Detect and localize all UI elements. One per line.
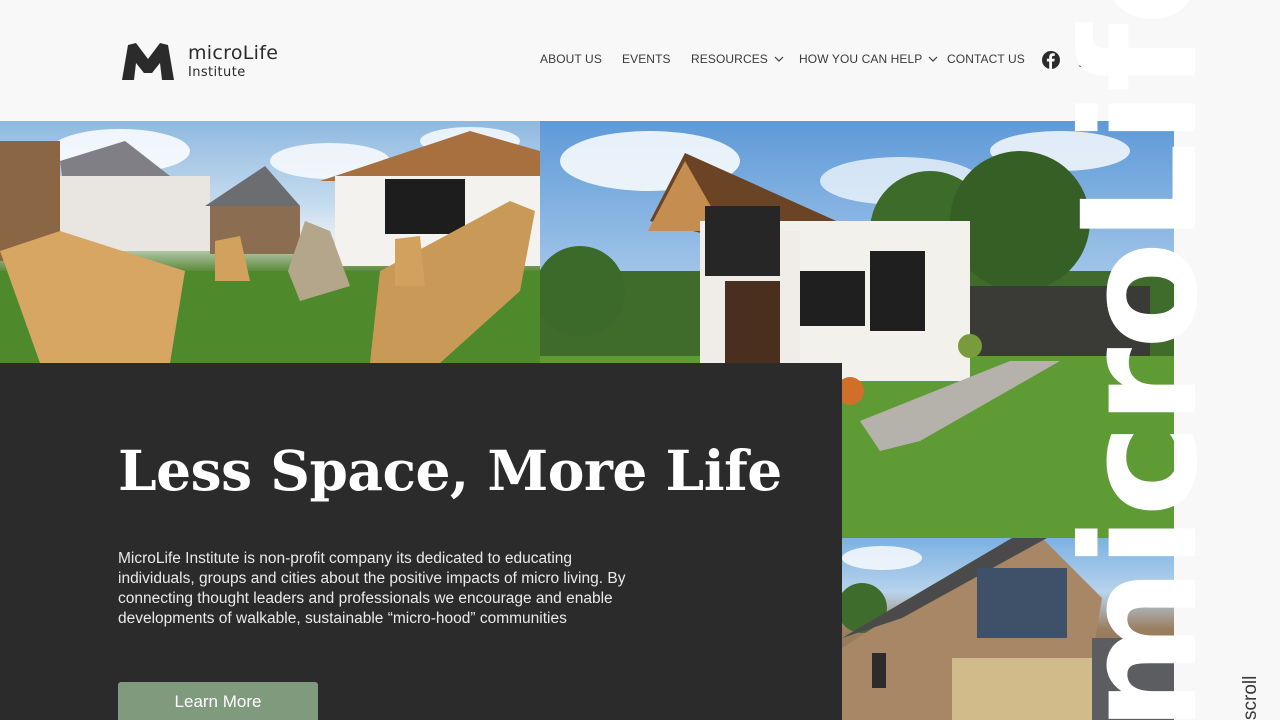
- chevron-down-icon: [774, 56, 784, 62]
- nav-about-us[interactable]: ABOUT US: [540, 52, 602, 66]
- hero-intro-text: MicroLife Institute is non-profit compan…: [118, 550, 626, 627]
- nav-label: EVENTS: [622, 52, 671, 66]
- learn-more-button[interactable]: Learn More: [118, 682, 318, 720]
- nav-label: CONTACT US: [947, 52, 1025, 66]
- nav-label: HOW YOU CAN HELP: [799, 52, 923, 66]
- nav-label: RESOURCES: [691, 52, 768, 66]
- nav-label: ABOUT US: [540, 52, 602, 66]
- hero-headline: Less Space, More Life: [118, 438, 782, 503]
- site-logo[interactable]: microLife Institute: [122, 41, 287, 81]
- nav-how-you-can-help[interactable]: HOW YOU CAN HELP: [799, 52, 938, 66]
- chevron-down-icon: [928, 56, 938, 62]
- vertical-brand-text: microLife: [1049, 0, 1233, 720]
- scroll-label: scroll: [1240, 675, 1261, 720]
- hero-content-panel: [0, 363, 842, 720]
- logo-title: microLife: [188, 41, 279, 64]
- logo-subtitle: Institute: [188, 64, 246, 80]
- hero-photo-chairs: [0, 121, 540, 363]
- nav-contact-us[interactable]: CONTACT US: [947, 52, 1025, 66]
- nav-events[interactable]: EVENTS: [622, 52, 671, 66]
- nav-resources[interactable]: RESOURCES: [691, 52, 784, 66]
- logo-mark-icon: [122, 42, 174, 80]
